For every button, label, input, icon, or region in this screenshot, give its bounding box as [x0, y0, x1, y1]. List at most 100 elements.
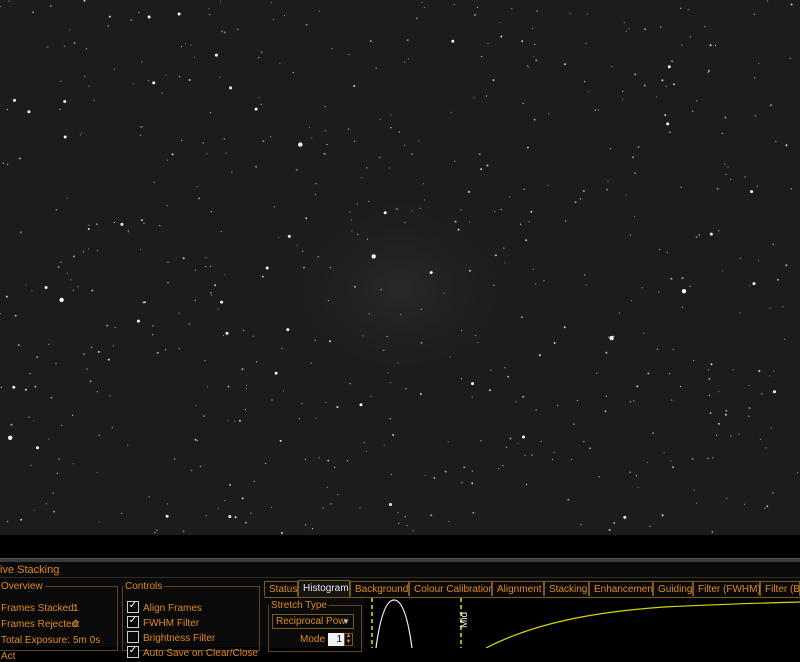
star: [663, 452, 665, 454]
star: [97, 249, 99, 252]
histogram-plot[interactable]: Mid: [364, 598, 800, 648]
star: [711, 530, 714, 533]
star: [548, 113, 550, 115]
star: [632, 156, 635, 159]
star: [10, 423, 13, 426]
star: [348, 53, 350, 56]
star: [356, 203, 358, 205]
star: [444, 470, 447, 473]
star: [400, 313, 402, 315]
star: [262, 140, 265, 143]
checkmark-icon[interactable]: [127, 646, 139, 658]
stacked-image-view[interactable]: [0, 0, 800, 535]
checkmark-icon[interactable]: [127, 601, 139, 613]
star: [330, 503, 332, 505]
star: [365, 450, 368, 452]
tab-colour-calibration[interactable]: Colour Calibration: [409, 581, 494, 596]
star: [147, 80, 149, 82]
star: [302, 250, 304, 252]
star: [166, 204, 168, 207]
fwhm-filter-checkbox[interactable]: FWHM Filter: [127, 616, 199, 629]
tab-alignment[interactable]: Alignment: [492, 581, 544, 596]
checkbox-empty-icon[interactable]: [127, 631, 139, 643]
brightness-filter-checkbox[interactable]: Brightness Filter: [127, 631, 215, 644]
stretch-type-select[interactable]: Reciprocal Pow ▼: [272, 614, 354, 629]
star: [698, 234, 700, 236]
star: [430, 514, 433, 517]
star: [691, 457, 694, 460]
star: [571, 458, 573, 461]
star: [750, 190, 754, 194]
star: [210, 211, 212, 213]
spin-down-icon[interactable]: ▼: [345, 639, 352, 645]
star: [177, 12, 181, 16]
star: [753, 13, 755, 15]
star: [368, 200, 370, 202]
tab-background[interactable]: Background: [350, 581, 409, 596]
star: [756, 185, 759, 187]
tab-status[interactable]: Status: [264, 581, 298, 596]
star: [324, 105, 326, 108]
star: [789, 57, 791, 59]
star: [790, 188, 792, 190]
tab-guiding[interactable]: Guiding: [653, 581, 693, 596]
star: [523, 188, 525, 190]
star: [20, 518, 23, 521]
star: [279, 62, 281, 64]
star: [709, 412, 712, 415]
star: [286, 328, 290, 332]
star: [387, 372, 389, 374]
checkmark-icon[interactable]: [127, 616, 139, 628]
star: [407, 58, 409, 60]
star: [359, 507, 361, 509]
star: [88, 248, 90, 250]
star: [83, 251, 85, 253]
tab-enhancement[interactable]: Enhancement: [589, 581, 656, 596]
star: [623, 22, 625, 24]
star: [748, 415, 750, 417]
star: [583, 441, 585, 443]
auto-save-checkbox[interactable]: Auto Save on Clear/Close: [127, 646, 258, 659]
star: [388, 167, 390, 169]
star: [283, 390, 285, 392]
star: [311, 528, 314, 530]
star: [449, 356, 451, 358]
star: [680, 7, 682, 9]
star: [383, 349, 385, 351]
tab-stacking[interactable]: Stacking: [544, 581, 589, 596]
star: [210, 292, 212, 294]
star: [672, 466, 674, 469]
star: [605, 395, 607, 397]
star: [797, 472, 799, 474]
tab-histogram[interactable]: Histogram: [298, 580, 350, 597]
star: [217, 507, 219, 509]
star: [480, 168, 483, 171]
histogram-tab-content: Stretch Type Reciprocal Pow ▼ Mode 1 ▲ ▼…: [264, 597, 800, 652]
star: [524, 454, 526, 456]
star: [234, 420, 236, 422]
star: [419, 207, 421, 209]
mode-input[interactable]: 1: [328, 633, 344, 646]
star: [58, 458, 60, 460]
align-frames-checkbox[interactable]: Align Frames: [127, 601, 202, 614]
star: [195, 405, 197, 407]
star: [315, 183, 317, 185]
star: [174, 458, 176, 460]
tab-filter-fwhm[interactable]: Filter (FWHM): [693, 581, 761, 596]
star: [209, 111, 212, 114]
star: [363, 442, 365, 444]
star: [421, 1, 423, 3]
star: [531, 454, 534, 456]
star: [715, 434, 718, 436]
star: [487, 43, 489, 45]
star: [468, 269, 471, 272]
star: [672, 349, 674, 351]
mode-spinner[interactable]: ▲ ▼: [344, 633, 353, 646]
tab-filter-brightness[interactable]: Filter (Bri: [760, 581, 800, 596]
star: [28, 416, 30, 418]
controls-legend: Controls: [125, 581, 163, 592]
star: [608, 529, 611, 531]
star: [423, 199, 425, 201]
star: [748, 285, 750, 287]
star: [238, 419, 241, 422]
